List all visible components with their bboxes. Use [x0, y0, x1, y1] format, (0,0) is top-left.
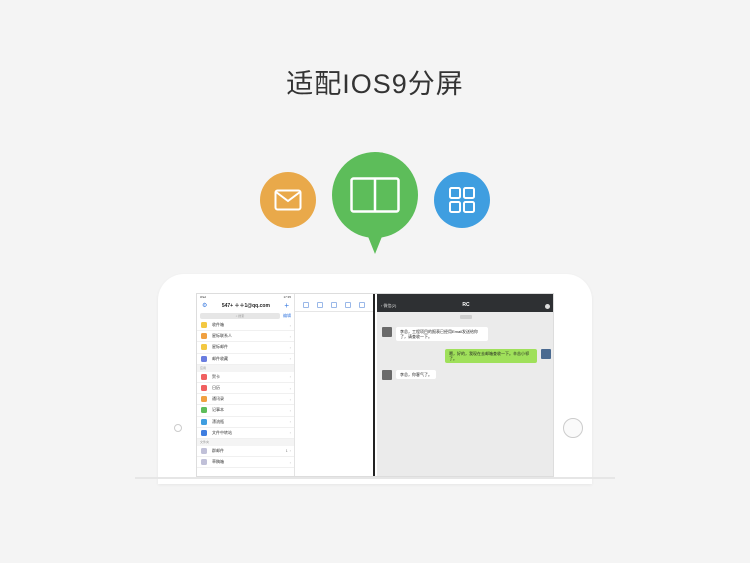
chat-header: ‹ 微信(2) RC	[377, 294, 553, 312]
mail-folder-row[interactable]: 文件中转站 ›	[197, 428, 294, 439]
folder-icon	[201, 407, 207, 414]
camera-icon	[174, 424, 182, 432]
mail-detail-pane	[295, 294, 375, 476]
headline: 适配IOS9分屏	[286, 69, 464, 99]
folder-label: 星标邮件	[212, 344, 228, 350]
wechat-pane: ‹ 微信(2) RC 李总，工程项目的报表已经用Email发送给你了，请查收一下…	[377, 294, 553, 476]
settings-gear-icon[interactable]: ⚙	[202, 302, 207, 309]
mail-folder-row[interactable]: 日历 ›	[197, 383, 294, 395]
mail-folder-row[interactable]: 通讯录 ›	[197, 394, 294, 406]
chat-message: 李总，你客气了。	[382, 370, 436, 380]
folder-icon[interactable]	[345, 302, 351, 308]
folder-icon	[201, 355, 207, 362]
chevron-right-icon: ›	[289, 374, 291, 380]
timestamp-pill	[460, 315, 472, 319]
search-input[interactable]: ⌕ 搜索	[200, 312, 280, 319]
folder-label: 文件中转站	[212, 429, 232, 435]
mail-folder-row[interactable]: 贺卡 ›	[197, 372, 294, 383]
search-placeholder: 搜索	[238, 313, 245, 318]
mail-folder-row[interactable]: 群邮件 1 ›	[197, 446, 294, 458]
folder-label: 记事本	[212, 407, 224, 413]
compose-icon[interactable]	[303, 302, 309, 308]
folder-icon	[201, 447, 207, 454]
folder-list: 收件箱 › 星标联系人 › 星标邮件 › 邮件收藏 ›	[197, 320, 294, 365]
apps-feature-circle	[434, 172, 490, 228]
folder-icon	[201, 396, 207, 403]
mail-folder-row[interactable]: 草稿箱 ›	[197, 457, 294, 469]
split-screen-feature-circle	[332, 152, 418, 238]
mail-feature-circle	[260, 172, 316, 228]
folder-icon	[201, 429, 207, 436]
avatar	[541, 349, 551, 359]
star-icon[interactable]	[317, 302, 323, 308]
folder-icon	[201, 373, 207, 380]
split-screen-pointer	[367, 234, 383, 254]
grid-apps-icon	[449, 187, 475, 213]
ipad-shadow	[135, 477, 615, 479]
tag-icon[interactable]	[331, 302, 337, 308]
mail-folder-row[interactable]: 星标联系人 ›	[197, 331, 294, 343]
folder-label: 草稿箱	[212, 459, 224, 465]
unread-count: 1	[285, 448, 288, 453]
account-title: 547+ ＋＋1@qq.com	[221, 303, 270, 309]
message-bubble: 李总，你客气了。	[396, 370, 436, 379]
chat-message: 嗯，好的，我现在去邮箱查收一下。辛苦小祁了。	[445, 349, 551, 363]
mail-folder-row[interactable]: 收件箱 ›	[197, 320, 294, 332]
search-bar: ⌕ 搜索 编辑	[197, 311, 294, 320]
avatar	[382, 370, 392, 380]
chat-message: 李总，工程项目的报表已经用Email发送给你了，请查收一下。	[382, 327, 488, 341]
chevron-right-icon: ›	[289, 459, 291, 465]
chevron-right-icon: ›	[289, 322, 291, 328]
folder-label: 收件箱	[212, 322, 224, 328]
section-header-apps: 应用	[197, 364, 294, 372]
folder-label: 群邮件	[212, 447, 224, 453]
edit-button[interactable]: 编辑	[283, 313, 291, 319]
avatar	[382, 327, 392, 337]
chevron-right-icon: ›	[289, 356, 291, 362]
mail-folder-row[interactable]: 邮件收藏 ›	[197, 354, 294, 365]
chevron-right-icon: ›	[289, 385, 291, 391]
folder-label: 邮件收藏	[212, 355, 228, 361]
folder-icon	[201, 322, 207, 329]
chevron-right-icon: ›	[289, 333, 291, 339]
chevron-right-icon: ›	[289, 396, 291, 402]
chevron-right-icon: ›	[289, 344, 291, 350]
app-list: 贺卡 › 日历 › 通讯录 › 记事本 › 漂流瓶 › 文件中转站 ›	[197, 372, 294, 439]
folder-icon	[201, 385, 207, 392]
folder-label: 漂流瓶	[212, 418, 224, 424]
folder-label: 日历	[212, 385, 220, 391]
ipad-screen: iPad 17:35 ⚙ 547+ ＋＋1@qq.com + ⌕ 搜索 编辑 收…	[196, 293, 554, 477]
status-time: 17:35	[283, 295, 291, 299]
chevron-right-icon: ›	[289, 407, 291, 413]
folder-label: 星标联系人	[212, 333, 232, 339]
folder-icon	[201, 418, 207, 425]
folder-label: 通讯录	[212, 396, 224, 402]
compose-plus-icon[interactable]: +	[284, 301, 289, 310]
mail-app-pane: iPad 17:35 ⚙ 547+ ＋＋1@qq.com + ⌕ 搜索 编辑 收…	[197, 294, 295, 476]
mail-folder-row[interactable]: 漂流瓶 ›	[197, 417, 294, 428]
folder-label: 贺卡	[212, 373, 220, 379]
mail-toolbar	[295, 299, 373, 312]
mail-folder-row[interactable]: 记事本 ›	[197, 405, 294, 417]
other-folder-list: 群邮件 1 › 草稿箱 ›	[197, 446, 294, 469]
folder-icon	[201, 344, 207, 351]
mail-icon	[274, 189, 302, 211]
mail-folder-row[interactable]: 星标邮件 ›	[197, 342, 294, 354]
chevron-right-icon: ›	[289, 419, 291, 425]
trash-icon[interactable]	[359, 302, 365, 308]
chat-title: RC	[462, 302, 470, 308]
split-screen-icon	[350, 177, 400, 213]
folder-icon	[201, 333, 207, 340]
folder-icon	[201, 459, 207, 466]
section-header-folders: 文件夹	[197, 438, 294, 446]
home-button[interactable]	[563, 418, 583, 438]
chevron-right-icon: ›	[289, 430, 291, 436]
message-bubble: 李总，工程项目的报表已经用Email发送给你了，请查收一下。	[396, 327, 488, 341]
carrier-label: iPad	[200, 295, 207, 299]
message-bubble: 嗯，好的，我现在去邮箱查收一下。辛苦小祁了。	[445, 349, 537, 363]
mail-header: ⚙ 547+ ＋＋1@qq.com +	[197, 300, 294, 311]
chevron-right-icon: ›	[289, 448, 291, 454]
